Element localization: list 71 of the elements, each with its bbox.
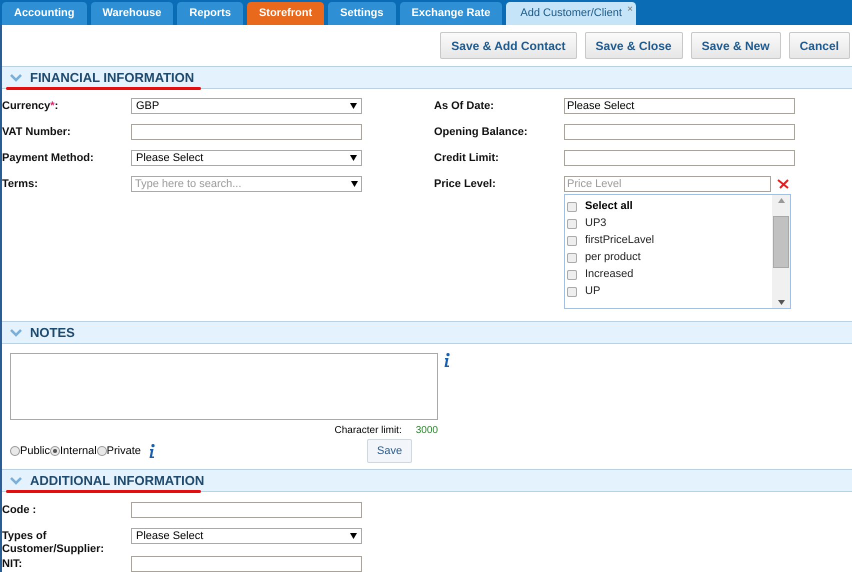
input-field[interactable] xyxy=(131,556,362,572)
toolbar-button[interactable]: Save & Close xyxy=(584,32,683,59)
list-option[interactable]: Increased xyxy=(565,266,772,283)
toolbar-button[interactable]: Cancel xyxy=(788,32,850,59)
section-header[interactable]: ADDITIONAL INFORMATION xyxy=(2,469,852,492)
dropdown-field[interactable]: GBP xyxy=(131,98,362,114)
field-label: Opening Balance: xyxy=(434,126,529,139)
section-header[interactable]: FINANCIAL INFORMATION xyxy=(2,66,852,89)
list-option[interactable]: UP3 xyxy=(565,215,772,232)
chevron-down-icon[interactable] xyxy=(10,476,22,484)
section-header[interactable]: NOTES xyxy=(2,321,852,344)
section-title: ADDITIONAL INFORMATION xyxy=(30,472,204,490)
field-label: Currency*: xyxy=(2,100,60,113)
field-label: Terms: xyxy=(2,178,39,191)
dropdown-arrow-icon xyxy=(351,181,358,187)
section-title: NOTES xyxy=(30,324,75,342)
tab[interactable]: Reports xyxy=(177,2,243,25)
dropdown-arrow-icon xyxy=(350,155,357,161)
radio-option[interactable]: Public xyxy=(10,442,50,460)
info-icon[interactable] xyxy=(444,353,450,367)
input-field[interactable] xyxy=(131,502,362,518)
tab[interactable]: Add Customer/Client × xyxy=(506,2,636,25)
field-label: Credit Limit: xyxy=(434,152,500,165)
field-label: Types of Customer/Supplier: xyxy=(2,530,106,556)
toolbar-button[interactable]: Save & Add Contact xyxy=(440,32,577,59)
input-field[interactable]: Please Select xyxy=(564,98,795,114)
input-field[interactable] xyxy=(131,124,362,140)
checkbox[interactable] xyxy=(567,286,577,296)
field-label: VAT Number: xyxy=(2,126,72,139)
radio-option[interactable]: Private xyxy=(96,442,141,460)
tab[interactable]: Accounting xyxy=(2,2,86,25)
field-label: NIT: xyxy=(2,558,24,571)
scroll-up-arrow-icon[interactable] xyxy=(778,198,784,203)
checkbox[interactable] xyxy=(567,252,577,262)
tab[interactable]: Warehouse xyxy=(90,2,174,25)
toolbar-button[interactable]: Save & New xyxy=(690,32,781,59)
radio[interactable] xyxy=(10,446,20,456)
save-button[interactable]: Save xyxy=(367,439,412,463)
clear-x-icon[interactable] xyxy=(777,179,789,189)
dropdown-arrow-icon xyxy=(350,103,357,109)
dropdown-field[interactable]: Please Select xyxy=(131,528,362,544)
field-label: Payment Method: xyxy=(2,152,95,165)
tab[interactable]: Exchange Rate xyxy=(400,2,502,25)
list-option[interactable]: UP xyxy=(565,283,772,300)
input-field[interactable] xyxy=(564,124,795,140)
scrollbar[interactable] xyxy=(772,195,790,308)
checkbox[interactable] xyxy=(567,270,577,280)
radio[interactable] xyxy=(96,446,107,456)
radio-option[interactable]: Internal xyxy=(50,442,97,460)
tab[interactable]: Settings xyxy=(328,2,396,25)
chevron-down-icon[interactable] xyxy=(10,328,22,336)
list-option[interactable]: per product xyxy=(565,249,772,266)
field-label: As Of Date: xyxy=(434,100,495,113)
field-label: Price Level: xyxy=(434,178,497,191)
scroll-down-arrow-icon[interactable] xyxy=(778,300,784,305)
dropdown-arrow-icon xyxy=(350,533,357,539)
chevron-down-icon[interactable] xyxy=(10,74,22,82)
section-title: FINANCIAL INFORMATION xyxy=(30,68,194,87)
info-icon[interactable] xyxy=(148,444,155,458)
dropdown-field[interactable]: Please Select xyxy=(131,150,362,166)
character-limit-label: Character limit: xyxy=(334,424,402,438)
checkbox[interactable] xyxy=(567,202,577,212)
list-option[interactable]: firstPriceLavel xyxy=(565,232,772,249)
character-limit-value: 3000 xyxy=(416,424,438,438)
checkbox[interactable] xyxy=(567,236,577,246)
field-label: Code : xyxy=(2,504,38,517)
notes-textarea[interactable] xyxy=(10,353,438,420)
list-option[interactable]: Select all xyxy=(565,198,772,215)
input-field[interactable] xyxy=(564,150,795,166)
checkbox[interactable] xyxy=(567,218,577,228)
radio[interactable] xyxy=(50,446,60,456)
